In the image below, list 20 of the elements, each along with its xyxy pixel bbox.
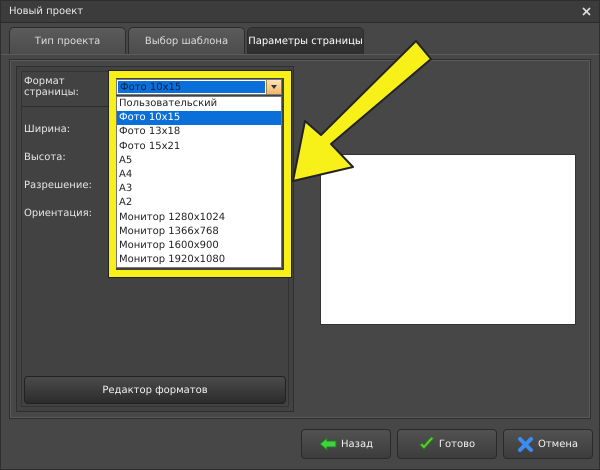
field-label: Высота: [24, 152, 67, 162]
field-label: Ширина: [24, 124, 72, 134]
field-label: Разрешение: [24, 180, 93, 190]
close-icon[interactable] [582, 7, 591, 16]
dropdown-option[interactable]: Фото 10x15 [117, 111, 281, 126]
tab[interactable]: Выбор шаблона [128, 27, 245, 54]
cancel-button[interactable]: Отмена [503, 429, 593, 459]
field-label: Формат страницы: [24, 76, 80, 98]
dropdown-value: Фото 10x15 [118, 81, 265, 93]
back-button[interactable]: Назад [301, 429, 391, 459]
tab[interactable]: Тип проекта [9, 27, 126, 54]
close-icon [518, 436, 534, 452]
window-title: Новый проект [9, 6, 84, 17]
done-button[interactable]: Готово [397, 429, 497, 459]
caret-icon [271, 85, 277, 89]
checkmark-icon [418, 436, 435, 452]
field-label: Ориентация: [24, 208, 94, 218]
left-arrow-icon [318, 437, 337, 451]
format-editor-button[interactable]: Редактор форматов [24, 376, 286, 404]
tab[interactable]: Параметры страницы [247, 27, 364, 54]
